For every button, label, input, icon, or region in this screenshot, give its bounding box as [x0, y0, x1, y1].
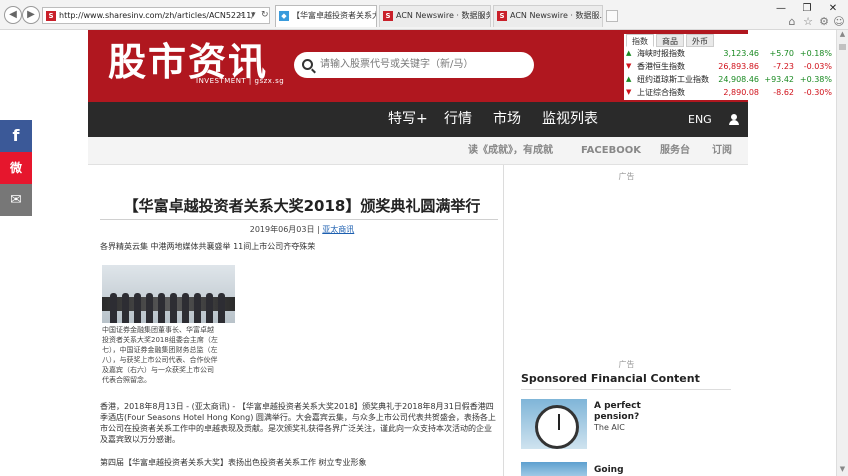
- site-logo-subtitle: INVESTMENT | gszx.sg: [196, 77, 285, 85]
- scroll-up-icon[interactable]: ▲: [837, 30, 848, 41]
- sidebar: 广告 广告 Sponsored Financial Content A perf…: [505, 165, 748, 476]
- sub-nav: 读《成就》，有成就 FACEBOOK 服务台 订阅: [88, 137, 748, 165]
- sponsored-item-source: The AIC: [594, 423, 625, 432]
- article-date: 2019年06月03日 |: [249, 225, 323, 234]
- close-window-button[interactable]: ✕: [824, 2, 842, 16]
- close-tab-icon[interactable]: ×: [479, 6, 486, 26]
- tab-label: ACN Newswire · 数据服...: [510, 11, 603, 20]
- search-icon: [302, 59, 313, 70]
- up-arrow-icon: ▲: [626, 49, 632, 57]
- facebook-share-icon[interactable]: f: [0, 120, 32, 152]
- article: 【华富卓越投资者关系大奖2018】颁奖典礼圆满举行 2019年06月03日 | …: [88, 165, 504, 476]
- down-arrow-icon: ▼: [626, 88, 632, 96]
- search-icon[interactable]: ⌕: [239, 8, 244, 23]
- tab-index[interactable]: 指数: [626, 34, 654, 47]
- settings-gear-icon[interactable]: ⚙: [818, 16, 830, 28]
- main-nav: 特写+ 行情 市场 监视列表 ENG: [88, 102, 748, 137]
- url-text: http://www.sharesinv.com/zh/articles/ACN…: [59, 11, 254, 20]
- nav-market[interactable]: 市场: [493, 102, 521, 137]
- page-scrollbar[interactable]: ▲ ▼: [836, 30, 848, 476]
- article-subheading: 第四届【华富卓越投资者关系大奖】表扬出色投资者关系工作 树立专业形象: [100, 458, 367, 467]
- refresh-icon[interactable]: ↻: [261, 8, 269, 23]
- market-row[interactable]: ▼ 香港恒生指数 26,893.86 -7.23 -0.03%: [624, 60, 836, 73]
- favorites-star-icon[interactable]: ☆: [802, 16, 814, 28]
- sponsored-divider: [521, 389, 731, 390]
- forward-button[interactable]: ▶: [22, 6, 40, 24]
- article-lead: 各界精英云集 中港两地媒体共襄盛举 11间上市公司齐夺殊荣: [100, 242, 316, 251]
- web-page: 股市资讯 INVESTMENT | gszx.sg 请输入股票代号或关键字（新/…: [0, 30, 836, 476]
- language-toggle[interactable]: ENG: [688, 102, 712, 137]
- article-source-link[interactable]: 亚太商讯: [322, 225, 354, 234]
- minimize-button[interactable]: —: [772, 2, 790, 16]
- article-body: 香港，2018年8月13日 - (亚太商讯) - 【华富卓越投资者关系大奖201…: [100, 402, 496, 444]
- back-button[interactable]: ◀: [4, 6, 22, 24]
- tab-favicon-icon: S: [497, 11, 507, 21]
- tab-label: 【华富卓越投资者关系大奖20...: [292, 11, 376, 20]
- ad-label: 广告: [618, 172, 635, 181]
- tab-acn-1[interactable]: S ACN Newswire · 数据服务... ×: [379, 5, 491, 27]
- article-photo: [102, 265, 235, 323]
- feedback-smiley-icon[interactable]: ☺: [833, 16, 845, 28]
- tab-commodities[interactable]: 商品: [656, 34, 684, 47]
- site-header: 股市资讯 INVESTMENT | gszx.sg 请输入股票代号或关键字（新/…: [88, 30, 836, 102]
- tab-acn-2[interactable]: S ACN Newswire · 数据服...: [493, 5, 603, 27]
- market-row[interactable]: ▲ 海峡时报指数 3,123.46 +5.70 +0.18%: [624, 47, 836, 60]
- sponsored-thumbnail[interactable]: [521, 462, 587, 476]
- tab-currency[interactable]: 外币: [686, 34, 714, 47]
- scrollbar-thumb[interactable]: [839, 44, 846, 50]
- tab-label: ACN Newswire · 数据服务...: [396, 11, 491, 20]
- article-meta: 2019年06月03日 | 亚太商讯: [100, 224, 504, 235]
- subnav-magazine[interactable]: 读《成就》，有成就: [468, 137, 553, 165]
- new-tab-button[interactable]: [606, 10, 618, 22]
- dropdown-icon[interactable]: ▾: [251, 8, 256, 23]
- subnav-facebook[interactable]: FACEBOOK: [581, 137, 641, 165]
- address-bar[interactable]: S http://www.sharesinv.com/zh/articles/A…: [42, 7, 270, 24]
- scroll-down-icon[interactable]: ▼: [837, 465, 848, 476]
- subnav-subscribe[interactable]: 订阅: [712, 137, 732, 165]
- market-widget: 指数 商品 外币 ▲ 海峡时报指数 3,123.46 +5.70 +0.18% …: [624, 34, 836, 100]
- maximize-button[interactable]: ❐: [798, 2, 816, 16]
- home-icon[interactable]: ⌂: [786, 16, 798, 28]
- market-row[interactable]: ▲ 纽约道琼斯工业指数 24,908.46 +93.42 +0.38%: [624, 73, 836, 86]
- down-arrow-icon: ▼: [626, 62, 632, 70]
- weibo-share-icon[interactable]: 微: [0, 152, 32, 184]
- stock-search-input[interactable]: 请输入股票代号或关键字（新/马）: [294, 52, 534, 78]
- subnav-helpdesk[interactable]: 服务台: [660, 137, 690, 165]
- email-share-icon[interactable]: ✉: [0, 184, 32, 216]
- user-icon[interactable]: [729, 114, 739, 125]
- tab-favicon-icon: S: [383, 11, 393, 21]
- sponsored-item-title[interactable]: A perfect pension?: [594, 401, 674, 423]
- browser-chrome: ◀ ▶ S http://www.sharesinv.com/zh/articl…: [0, 0, 848, 30]
- sponsored-heading: Sponsored Financial Content: [521, 372, 700, 385]
- site-favicon-icon: S: [46, 11, 56, 21]
- market-row[interactable]: ▼ 上证综合指数 2,890.08 -8.62 -0.30%: [624, 86, 836, 99]
- up-arrow-icon: ▲: [626, 75, 632, 83]
- nav-watchlist[interactable]: 监视列表: [542, 102, 598, 137]
- sponsored-item-title[interactable]: Going: [594, 465, 624, 476]
- tab-article[interactable]: ◆ 【华富卓越投资者关系大奖20...: [275, 5, 377, 27]
- tab-favicon-icon: ◆: [279, 11, 289, 21]
- sponsored-thumbnail[interactable]: [521, 399, 587, 449]
- article-title: 【华富卓越投资者关系大奖2018】颁奖典礼圆满举行: [123, 197, 481, 215]
- ad-label: 广告: [618, 360, 635, 369]
- search-placeholder: 请输入股票代号或关键字（新/马）: [320, 59, 474, 70]
- title-divider: [100, 219, 498, 220]
- photo-caption: 中国证券金融集团董事长、华富卓越投资者关系大奖2018组委会主席（左七），中国证…: [102, 326, 218, 384]
- nav-quotes[interactable]: 行情: [444, 102, 472, 137]
- nav-features[interactable]: 特写+: [388, 102, 428, 137]
